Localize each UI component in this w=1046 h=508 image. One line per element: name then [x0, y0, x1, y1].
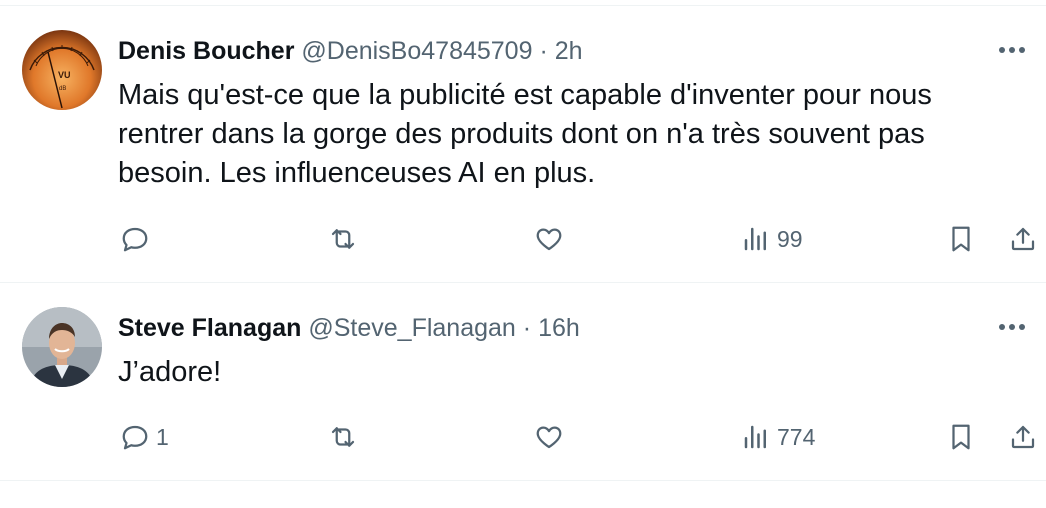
separator-dot: ·: [539, 37, 548, 65]
retweet-button[interactable]: [328, 219, 358, 259]
display-name[interactable]: Steve Flanagan: [118, 314, 301, 342]
bookmark-button[interactable]: [946, 417, 976, 457]
view-count: 774: [777, 423, 816, 450]
like-button[interactable]: [534, 417, 564, 457]
view-count: 99: [777, 225, 803, 252]
share-button[interactable]: [1008, 219, 1038, 259]
timestamp[interactable]: 2h: [555, 37, 583, 65]
reply-count: 1: [156, 423, 169, 450]
analytics-bar-icon: [744, 425, 766, 449]
more-dots-icon: [999, 324, 1025, 330]
tweet[interactable]: VU dB Denis Boucher @DenisBo47845709 · 2…: [0, 6, 1046, 282]
svg-text:VU: VU: [58, 70, 71, 80]
tweet-actions: 1 774: [0, 417, 1046, 457]
bookmark-icon: [952, 424, 970, 450]
separator-dot: ·: [522, 314, 532, 342]
share-upload-icon: [1011, 425, 1035, 449]
tweet-text: Mais qu'est-ce que la publicité est capa…: [118, 79, 932, 189]
reply-button[interactable]: [120, 219, 156, 259]
retweet-button[interactable]: [328, 417, 358, 457]
tweet[interactable]: Steve Flanagan @Steve_Flanagan · 16h J’a…: [0, 283, 1046, 479]
avatar[interactable]: [22, 307, 102, 387]
tweet-text: J’adore!: [118, 356, 222, 388]
timestamp[interactable]: 16h: [538, 314, 580, 342]
svg-text:dB: dB: [59, 86, 66, 92]
tweet-actions: 99: [0, 219, 1046, 259]
avatar[interactable]: VU dB: [22, 30, 102, 110]
more-options-button[interactable]: [994, 38, 1030, 62]
tweet-divider: [0, 480, 1046, 481]
analytics-bar-icon: [744, 227, 766, 251]
vu-meter-avatar-icon: VU dB: [22, 30, 102, 110]
user-handle[interactable]: @Steve_Flanagan: [308, 314, 515, 342]
user-handle[interactable]: @DenisBo47845709: [301, 37, 532, 65]
retweet-icon: [331, 427, 355, 447]
more-dots-icon: [999, 47, 1025, 53]
heart-icon: [536, 228, 562, 251]
tweet-header: Steve Flanagan @Steve_Flanagan · 16h: [118, 313, 580, 343]
display-name[interactable]: Denis Boucher: [118, 37, 294, 65]
tweet-header: Denis Boucher @DenisBo47845709 · 2h: [118, 36, 583, 66]
heart-icon: [536, 426, 562, 449]
more-options-button[interactable]: [994, 315, 1030, 339]
bookmark-button[interactable]: [946, 219, 976, 259]
views-button[interactable]: 99: [741, 219, 803, 259]
reply-button[interactable]: 1: [120, 417, 169, 457]
reply-bubble-icon: [122, 227, 148, 252]
share-upload-icon: [1011, 227, 1035, 251]
bookmark-icon: [952, 226, 970, 252]
like-button[interactable]: [534, 219, 564, 259]
share-button[interactable]: [1008, 417, 1038, 457]
views-button[interactable]: 774: [741, 417, 815, 457]
retweet-icon: [331, 229, 355, 249]
person-avatar-icon: [22, 307, 102, 387]
reply-bubble-icon: [122, 425, 148, 450]
